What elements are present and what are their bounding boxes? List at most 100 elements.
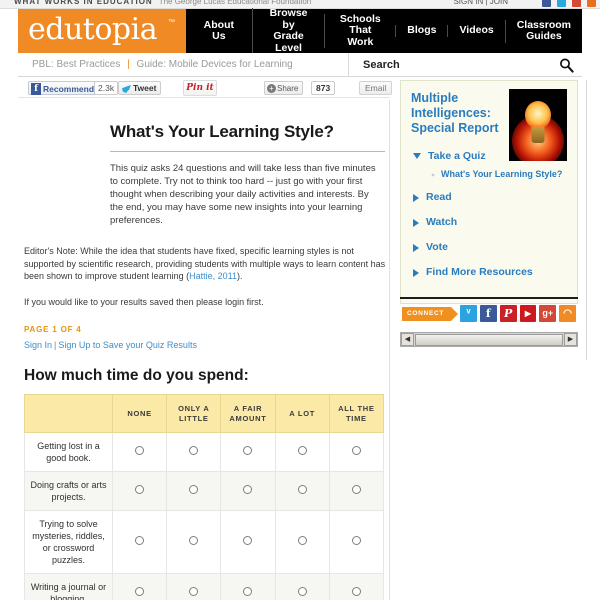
quiz-header-all-the-time: ALL THE TIME <box>328 394 385 433</box>
quiz-cell-a-lot[interactable] <box>274 471 330 511</box>
radio-a-fair-amount[interactable] <box>243 587 253 596</box>
quiz-cell-only-a-little[interactable] <box>166 471 222 511</box>
connect-label: CONNECT <box>402 306 459 321</box>
sign-in-link[interactable]: Sign In <box>24 340 52 350</box>
radio-a-lot[interactable] <box>297 587 307 596</box>
radio-all-the-time[interactable] <box>351 485 361 494</box>
radio-only-a-little[interactable] <box>189 446 199 455</box>
share-button[interactable]: Share <box>264 81 304 95</box>
quiz-cell-all-the-time[interactable] <box>328 471 385 511</box>
sidebar-item-read[interactable]: Read <box>411 191 567 203</box>
sidebar-item-vote[interactable]: Vote <box>411 241 567 253</box>
nav-item-videos[interactable]: Videos <box>447 25 504 37</box>
rss-icon[interactable] <box>587 0 596 7</box>
radio-all-the-time[interactable] <box>351 536 361 545</box>
quiz-cell-only-a-little[interactable] <box>166 432 222 472</box>
quiz-cell-all-the-time[interactable] <box>328 510 385 574</box>
sidebar-item-find-more-resources[interactable]: Find More Resources <box>411 266 567 278</box>
top-social-icons[interactable] <box>539 0 596 8</box>
breadcrumb-separator: | <box>127 59 130 70</box>
email-button[interactable]: Email <box>359 81 393 95</box>
nav-item-browse-by-grade-level[interactable]: Browse by Grade Level <box>251 7 325 54</box>
radio-only-a-little[interactable] <box>189 485 199 494</box>
radio-a-lot[interactable] <box>297 446 307 455</box>
page-counter: PAGE 1 OF 4 <box>24 325 82 334</box>
radio-a-fair-amount[interactable] <box>243 446 253 455</box>
quiz-cell-none[interactable] <box>111 471 168 511</box>
quiz-cell-a-fair-amount[interactable] <box>220 471 276 511</box>
radio-only-a-little[interactable] <box>189 587 199 596</box>
quiz-cell-none[interactable] <box>111 432 168 472</box>
quiz-cell-none[interactable] <box>111 573 168 600</box>
radio-a-fair-amount[interactable] <box>243 536 253 545</box>
promo-title[interactable]: Multiple Intelligences: Special Report <box>411 91 515 136</box>
lightbulb-brain-image[interactable] <box>509 89 567 161</box>
twitter-icon[interactable] <box>556 0 566 7</box>
quiz-cell-none[interactable] <box>111 510 168 574</box>
radio-none[interactable] <box>135 536 145 545</box>
nav-item-schools-that-work[interactable]: Schools That Work <box>324 13 395 49</box>
pinterest-icon[interactable]: P <box>499 305 517 322</box>
youtube-icon[interactable]: ▶ <box>519 305 537 322</box>
radio-all-the-time[interactable] <box>351 446 361 455</box>
quiz-table-head: NONE ONLY A LITTLE A FAIR AMOUNT A LOT A… <box>24 394 385 433</box>
radio-none[interactable] <box>135 587 145 596</box>
auth-link-divider: | <box>54 340 57 350</box>
account-links[interactable]: SIGN IN | JOIN <box>453 0 508 6</box>
edutopia-logo[interactable]: edutopia ™ <box>18 9 186 53</box>
nav-item-classroom-guides[interactable]: Classroom Guides <box>504 19 582 43</box>
nav-item-about-us[interactable]: About Us <box>186 19 252 43</box>
main-content: What's Your Learning Style? This quiz as… <box>18 100 390 600</box>
trademark-mark: ™ <box>168 19 175 26</box>
twitter-icon[interactable]: ᵛ <box>460 305 477 322</box>
quiz-cell-all-the-time[interactable] <box>328 432 385 472</box>
hattie-citation-link[interactable]: Hattie, 2011 <box>189 271 237 281</box>
quiz-cell-all-the-time[interactable] <box>328 573 385 600</box>
quiz-cell-a-fair-amount[interactable] <box>220 510 276 574</box>
quiz-cell-a-lot[interactable] <box>274 432 330 472</box>
bulb-glass <box>525 101 551 129</box>
chevron-right-icon <box>413 219 419 227</box>
site-tagline: WHAT WORKS IN EDUCATION The George Lucas … <box>14 0 312 6</box>
scroll-right-arrow-icon[interactable]: ▶ <box>564 333 577 346</box>
radio-only-a-little[interactable] <box>189 536 199 545</box>
facebook-icon[interactable] <box>541 0 551 7</box>
scrollbar-thumb[interactable] <box>415 333 563 346</box>
quiz-cell-a-fair-amount[interactable] <box>220 432 276 472</box>
horizontal-scrollbar[interactable]: ◀ ▶ <box>400 332 578 347</box>
quiz-header-a-lot: A LOT <box>274 394 330 433</box>
breadcrumb-item-1[interactable]: PBL: Best Practices <box>32 59 120 70</box>
quiz-cell-only-a-little[interactable] <box>166 510 222 574</box>
breadcrumb-search-bar: PBL: Best Practices | Guide: Mobile Devi… <box>18 53 582 77</box>
radio-a-lot[interactable] <box>297 485 307 494</box>
rss-icon[interactable]: ◠ <box>559 305 577 322</box>
search-icon[interactable] <box>559 57 574 73</box>
google-plus-icon[interactable]: g+ <box>539 305 557 322</box>
nav-item-blogs[interactable]: Blogs <box>395 25 447 37</box>
breadcrumb-item-2[interactable]: Guide: Mobile Devices for Learning <box>137 59 293 70</box>
sidebar-item-label: Read <box>426 191 452 203</box>
quiz-cell-a-fair-amount[interactable] <box>220 573 276 600</box>
quiz-question-label: Trying to solve mysteries, riddles, or c… <box>24 510 113 574</box>
auth-links: Sign In | Sign Up to Save your Quiz Result… <box>24 340 389 350</box>
radio-none[interactable] <box>135 446 145 455</box>
chevron-right-icon <box>413 244 419 252</box>
google-plus-icon[interactable] <box>571 0 581 7</box>
twitter-tweet-button[interactable]: Tweet <box>118 81 162 95</box>
scroll-left-arrow-icon[interactable]: ◀ <box>401 333 414 346</box>
share-count: 873 <box>311 81 336 95</box>
quiz-cell-only-a-little[interactable] <box>166 573 222 600</box>
sidebar-item-watch[interactable]: Watch <box>411 216 567 228</box>
facebook-recommend-button[interactable]: Recommend <box>28 81 100 95</box>
radio-none[interactable] <box>135 485 145 494</box>
sidebar-subitem-whats-your-learning-style[interactable]: What's Your Learning Style? <box>431 169 567 179</box>
radio-a-fair-amount[interactable] <box>243 485 253 494</box>
pinterest-pin-button[interactable]: Pin it <box>183 80 217 96</box>
sign-up-link[interactable]: Sign Up to Save your Quiz Results <box>58 340 197 350</box>
radio-a-lot[interactable] <box>297 536 307 545</box>
search-input[interactable] <box>361 56 541 73</box>
quiz-cell-a-lot[interactable] <box>274 573 330 600</box>
facebook-icon[interactable]: f <box>479 305 497 322</box>
radio-all-the-time[interactable] <box>351 587 361 596</box>
quiz-cell-a-lot[interactable] <box>274 510 330 574</box>
